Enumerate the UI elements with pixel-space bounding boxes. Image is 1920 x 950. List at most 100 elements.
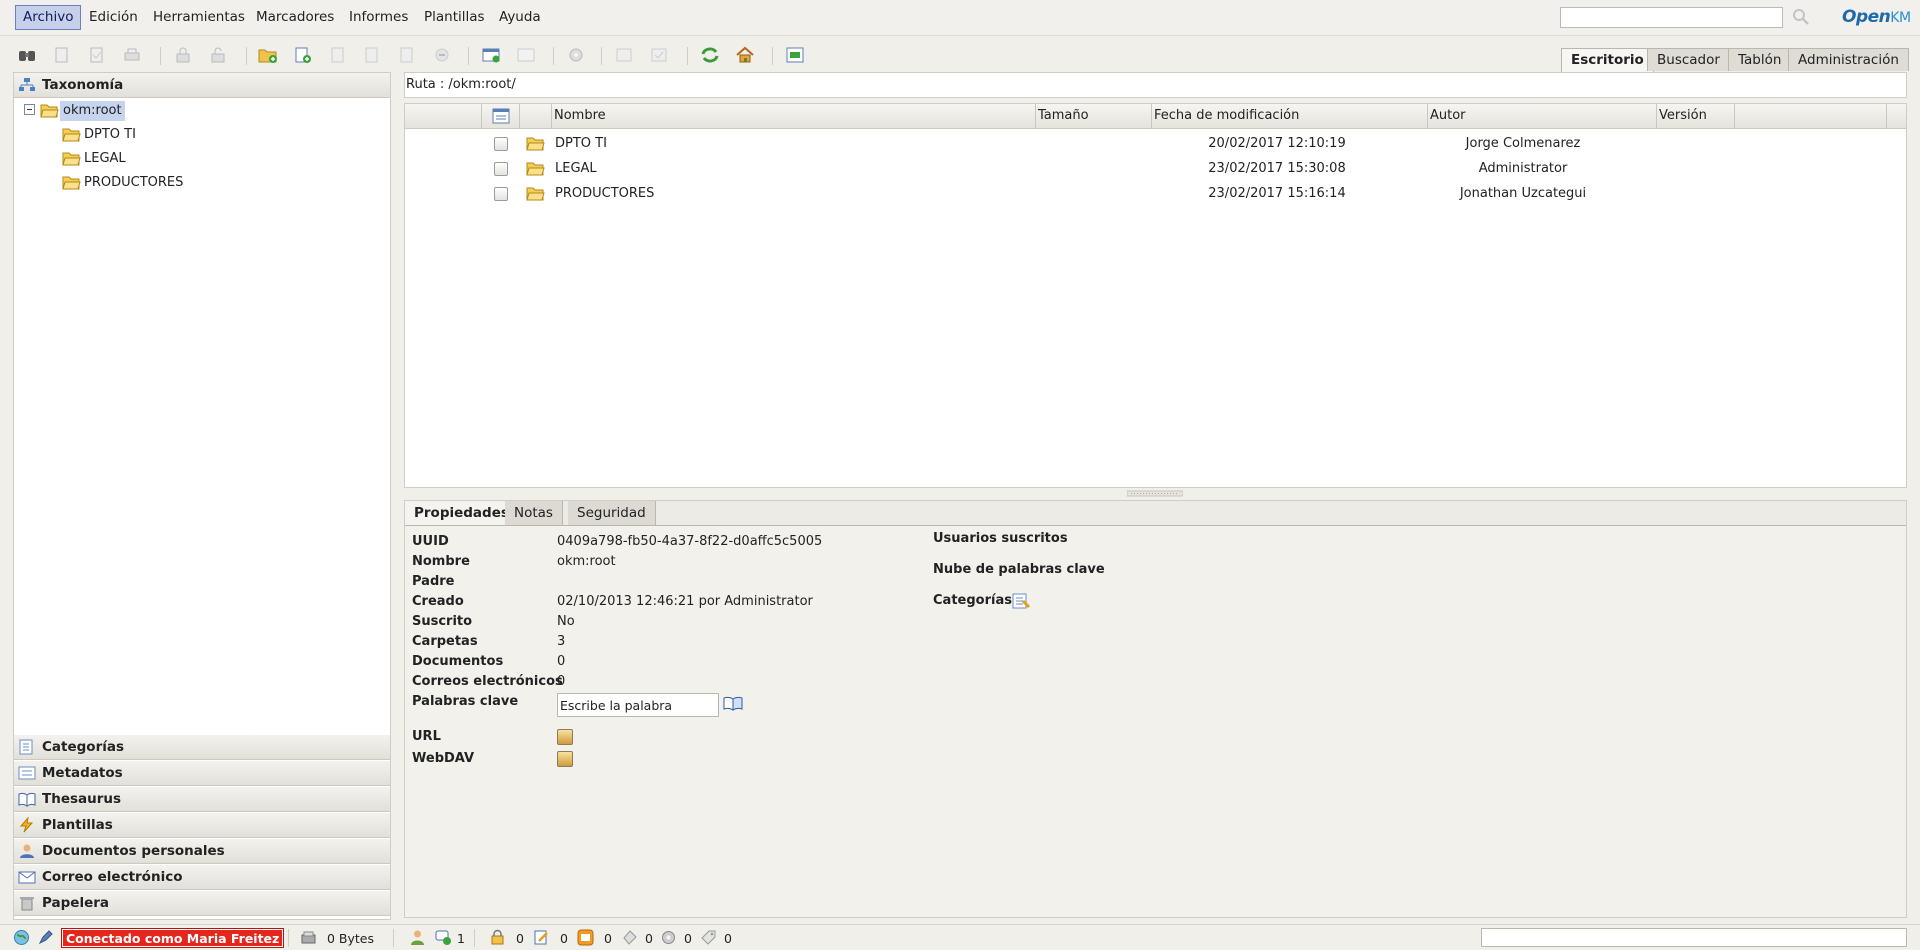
row-checkbox[interactable] [494,187,508,201]
table-row[interactable]: LEGAL 23/02/2017 15:30:08 Administrator [405,157,1906,181]
menu-archivo[interactable]: Archivo [15,5,82,30]
thesaurus-book-icon[interactable] [723,695,743,711]
subscription-icon[interactable] [577,929,594,946]
table-row[interactable]: DPTO TI 20/02/2017 12:10:19 Jorge Colmen… [405,132,1906,156]
tree-node-root[interactable]: okm:root [40,101,160,121]
print-icon[interactable] [122,46,142,64]
refresh-icon[interactable] [700,46,720,64]
stack-metadatos[interactable]: Metadatos [14,761,390,786]
panel-splitter-handle[interactable] [1127,490,1183,497]
new-folder-icon[interactable] [258,46,278,64]
stack-papelera[interactable]: Papelera [14,891,390,916]
tab-notas[interactable]: Notas [505,501,563,526]
stack-header-label: Categorías [42,739,124,755]
tab-administracion[interactable]: Administración [1788,48,1909,71]
document-checkout-icon[interactable] [397,46,417,64]
col-tamano[interactable]: Tamaño [1036,104,1152,129]
tab-buscador[interactable]: Buscador [1647,48,1730,71]
stack-documentos-personales[interactable]: Documentos personales [14,839,390,864]
copy-url-icon[interactable] [557,729,573,745]
stack-categorias[interactable]: Categorías [14,735,390,760]
stack-taxonomia[interactable]: Taxonomía [14,73,390,98]
home-icon[interactable] [735,46,755,64]
menu-plantillas[interactable]: Plantillas [417,5,492,30]
stack-correo[interactable]: Correo electrónico [14,865,390,890]
workflow-gear-icon[interactable] [566,46,586,64]
add-category-icon[interactable] [1011,592,1031,610]
mail-icon[interactable] [614,46,634,64]
tree-node-dpto-ti[interactable]: DPTO TI [62,125,182,145]
menu-herramientas[interactable]: Herramientas [146,5,252,30]
rocket-icon[interactable] [37,929,54,946]
row-date: 20/02/2017 12:10:19 [1208,136,1346,151]
menu-marcadores[interactable]: Marcadores [249,5,341,30]
folder-icon [526,162,545,176]
row-checkbox[interactable] [494,137,508,151]
menu-ayuda[interactable]: Ayuda [492,5,548,30]
status-search-input[interactable] [1481,928,1907,947]
col-autor[interactable]: Autor [1428,104,1657,129]
unlock-icon[interactable] [208,46,228,64]
checkout-docs-icon[interactable] [533,929,550,946]
document-edit-disabled-icon[interactable] [328,46,348,64]
categories-icon [19,739,33,755]
tab-seguridad[interactable]: Seguridad [568,501,656,526]
label-carpetas: Carpetas [412,634,478,649]
workflow-gear-icon[interactable] [660,929,677,946]
globe-icon[interactable] [13,929,30,946]
stack-header-label: Taxonomía [42,77,124,93]
mail-check-icon[interactable] [649,46,669,64]
col-type [520,104,552,129]
col-nombre[interactable]: Nombre [552,104,1036,129]
col-version[interactable]: Versión [1657,104,1735,129]
properties-disabled-icon[interactable] [516,46,536,64]
locked-docs-icon[interactable] [489,929,506,946]
keyword-input[interactable] [557,693,719,717]
tag-count: 0 [724,931,732,946]
stack-plantillas[interactable]: Plantillas [14,813,390,838]
row-name: LEGAL [555,161,597,176]
stack-thesaurus[interactable]: Thesaurus [14,787,390,812]
column-select-icon[interactable] [492,108,510,124]
document-edit-icon[interactable] [52,46,72,64]
lock-icon[interactable] [173,46,193,64]
collapse-toggle-icon[interactable] [24,104,35,115]
value-suscrito: No [557,614,575,629]
col-fecha[interactable]: Fecha de modificación [1152,104,1428,129]
label-uuid: UUID [412,534,449,549]
tab-escritorio[interactable]: Escritorio [1561,48,1654,72]
tree-node-productores[interactable]: PRODUCTORES [62,173,202,193]
copy-webdav-icon[interactable] [557,751,573,767]
search-input[interactable] [1560,7,1783,28]
document-check-icon[interactable] [87,46,107,64]
label-padre: Padre [412,574,455,589]
tab-propiedades[interactable]: Propiedades [405,501,519,526]
menu-edicion[interactable]: Edición [82,5,145,30]
search-icon[interactable] [1792,8,1810,26]
stack-header-label: Plantillas [42,817,113,833]
cancel-checkout-icon[interactable] [432,46,452,64]
table-row[interactable]: PRODUCTORES 23/02/2017 15:16:14 Jonathan… [405,182,1906,206]
properties-panel: Propiedades Notas Seguridad UUID 0409a79… [404,500,1907,918]
chat-icon[interactable] [435,929,452,946]
expand-view-icon[interactable] [785,46,805,64]
document-checkin-icon[interactable] [362,46,382,64]
envelope-icon [18,871,36,884]
col-select-all[interactable] [482,104,520,129]
stack-header-label: Papelera [42,895,110,911]
user-online-icon[interactable] [409,929,426,946]
binoculars-icon[interactable] [17,46,37,64]
tree-node-label: okm:root [60,101,125,121]
tab-tablon[interactable]: Tablón [1728,48,1792,71]
add-document-icon[interactable] [293,46,313,64]
menu-informes[interactable]: Informes [342,5,415,30]
tag-icon[interactable] [700,929,717,946]
value-carpetas: 3 [557,634,566,649]
bookmark-icon[interactable] [621,929,638,946]
status-bar: Conectado como Maria Freitez 0 Bytes 1 0… [0,924,1920,950]
tree-node-legal[interactable]: LEGAL [62,149,182,169]
row-checkbox[interactable] [494,162,508,176]
properties-tabs: Propiedades Notas Seguridad [405,501,1906,526]
row-author: Jorge Colmenarez [1465,136,1581,151]
properties-icon[interactable] [481,46,501,64]
